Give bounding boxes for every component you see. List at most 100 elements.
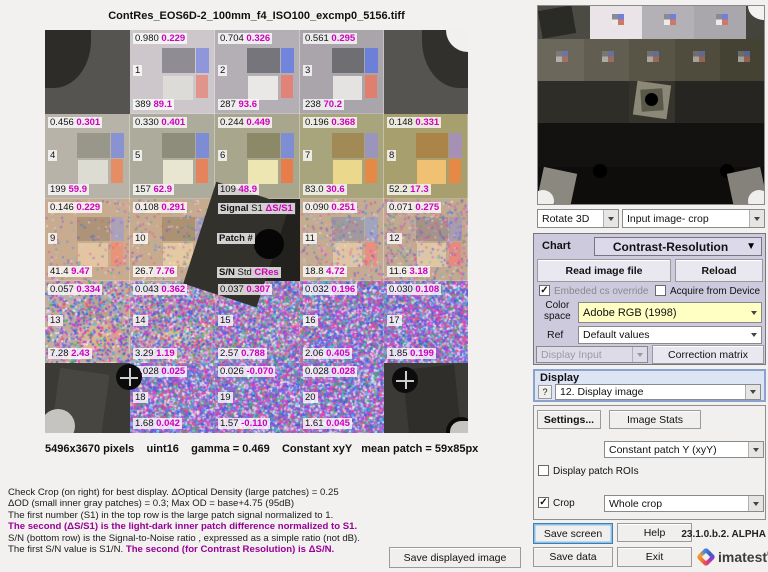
chart-type-select[interactable]: Contrast-Resolution ▼: [594, 237, 762, 256]
display-help-button[interactable]: ?: [538, 385, 552, 399]
patch-19: 0.026 -0.070191.57 -0.110: [215, 363, 300, 433]
read-image-file-button[interactable]: Read image file: [537, 259, 671, 282]
acquire-from-device-checkbox[interactable]: [655, 285, 666, 296]
patch-15: 0.037 0.307152.57 0.788: [215, 281, 300, 363]
patch-values-bottom: 389 89.1: [133, 99, 174, 110]
patch-number: 20: [303, 392, 318, 403]
image-stats-button[interactable]: Image Stats: [609, 410, 701, 429]
patch-values-bottom: 1.68 0.042: [133, 418, 182, 429]
save-screen-button[interactable]: Save screen: [533, 523, 613, 544]
legend-sn-row: S/N Std CRes: [217, 267, 281, 278]
patch-20: 0.028 0.028201.61 0.045: [300, 363, 384, 433]
chart-settings-panel: Chart Contrast-Resolution ▼ Read image f…: [533, 233, 766, 365]
patch-1: 0.980 0.2291389 89.1: [130, 30, 215, 114]
patch-values-bottom: 199 59.9: [48, 184, 89, 195]
ref-select[interactable]: Default values: [578, 326, 762, 344]
patch-values-top: 0.244 0.449: [218, 117, 272, 128]
crop-mode-select[interactable]: Whole crop: [604, 495, 764, 512]
patch-12: 0.071 0.2751211.6 3.18: [384, 199, 468, 281]
display-panel: Display ? 12. Display image: [533, 369, 766, 402]
rotate-3d-select[interactable]: Rotate 3D: [537, 209, 619, 228]
patch-16: 0.032 0.196162.06 0.405: [300, 281, 384, 363]
embedded-cs-override-label: Embeded cs override: [554, 286, 649, 297]
dropdown-arrow-icon: ▼: [746, 241, 761, 252]
settings-button[interactable]: Settings...: [537, 410, 601, 429]
chevron-down-icon[interactable]: [749, 210, 764, 227]
inner-contrast-pattern: [247, 48, 295, 100]
patch-17: 0.030 0.108171.85 0.199: [384, 281, 468, 363]
patch-values-top: 0.043 0.362: [133, 284, 187, 295]
patch-9: 0.146 0.229941.4 9.47: [45, 199, 130, 281]
patch-values-bottom: 1.57 -0.110: [218, 418, 270, 429]
chart-corner-top-left: [45, 30, 130, 114]
description-line: The first S/N value is S1/N. The second …: [8, 544, 360, 555]
imatest-logo-text: imatest®: [718, 549, 768, 565]
image-status-line: 5496x3670 pixels uint16 gamma = 0.469 Co…: [45, 443, 468, 455]
description-line: S/N (bottom row) is the Signal-to-Noise …: [8, 533, 360, 544]
patch-number: 8: [387, 150, 396, 161]
display-mode-select[interactable]: 12. Display image: [555, 384, 761, 400]
acquire-from-device-label: Acquire from Device: [670, 286, 760, 297]
patch-values-top: 0.330 0.401: [133, 117, 187, 128]
image-filename-title: ContRes_EOS6D-2_100mm_f4_ISO100_excmp0_5…: [45, 10, 468, 22]
color-space-label: Color space: [544, 300, 571, 322]
patch-number: 17: [387, 315, 402, 326]
chevron-down-icon[interactable]: [746, 303, 761, 322]
inner-contrast-pattern: [416, 133, 463, 186]
patch-values-top: 0.148 0.331: [387, 117, 441, 128]
patch-8: 0.148 0.331852.2 17.3: [384, 114, 468, 199]
patch-number: 7: [303, 150, 312, 161]
display-patch-rois-label: Display patch ROIs: [553, 466, 639, 477]
ref-label: Ref: [547, 329, 563, 341]
patch-number: 15: [218, 315, 233, 326]
patch-number: 12: [387, 233, 402, 244]
display-patch-rois-checkbox[interactable]: [538, 465, 549, 476]
patch-number: 9: [48, 233, 57, 244]
reload-button[interactable]: Reload: [675, 259, 763, 282]
thumbnail-registration-mark: [593, 164, 607, 178]
chevron-down-icon[interactable]: [603, 210, 618, 227]
crop-checkbox[interactable]: [538, 497, 549, 508]
patch-values-top: 0.561 0.295: [303, 33, 357, 44]
patch-values-top: 0.196 0.368: [303, 117, 357, 128]
inner-contrast-pattern: [77, 133, 125, 186]
patch-11: 0.090 0.2511118.8 4.72: [300, 199, 384, 281]
chevron-down-icon: [632, 347, 647, 362]
save-displayed-image-button[interactable]: Save displayed image: [389, 547, 521, 568]
legend-patch: Signal S1 ΔS/S1 Patch # S/N Std CRes: [215, 199, 300, 281]
patch-number: 1: [133, 65, 142, 76]
input-image-thumbnail[interactable]: [537, 5, 765, 205]
patch-display-select[interactable]: Constant patch Y (xyY): [604, 441, 764, 458]
chevron-down-icon[interactable]: [746, 327, 761, 343]
chevron-down-icon[interactable]: [745, 385, 760, 399]
patch-values-bottom: 2.57 0.788: [218, 348, 267, 359]
patch-number: 10: [133, 233, 148, 244]
patch-7: 0.196 0.368783.0 30.6: [300, 114, 384, 199]
patch-values-bottom: 18.8 4.72: [303, 266, 347, 277]
patch-values-top: 0.030 0.108: [387, 284, 441, 295]
patch-number: 3: [303, 65, 312, 76]
patch-14: 0.043 0.362143.29 1.19: [130, 281, 215, 363]
chevron-down-icon[interactable]: [748, 496, 763, 511]
patch-values-bottom: 1.61 0.045: [303, 418, 352, 429]
correction-matrix-button[interactable]: Correction matrix: [652, 345, 764, 364]
view-source-select[interactable]: Input image- crop: [622, 209, 765, 228]
description-line: ΔOD (small inner gray patches) = 0.3; Ma…: [8, 498, 360, 509]
patch-values-bottom: 287 93.6: [218, 99, 259, 110]
patch-number: 2: [218, 65, 227, 76]
patch-values-top: 0.456 0.301: [48, 117, 102, 128]
patch-5: 0.330 0.4015157 62.9: [130, 114, 215, 199]
exit-button[interactable]: Exit: [617, 547, 692, 567]
display-heading: Display: [540, 372, 579, 384]
inner-contrast-pattern: [332, 133, 379, 186]
embedded-cs-override-checkbox[interactable]: [539, 285, 550, 296]
description-line: The first number (S1) in the top row is …: [8, 510, 360, 521]
patch-6: 0.244 0.4496109 48.9: [215, 114, 300, 199]
patch-values-bottom: 3.29 1.19: [133, 348, 177, 359]
registration-mark-left: [116, 364, 142, 390]
chevron-down-icon[interactable]: [748, 442, 763, 457]
color-space-select[interactable]: Adobe RGB (1998): [578, 302, 762, 323]
patch-number: 18: [133, 392, 148, 403]
imatest-logo-icon: [696, 547, 716, 567]
save-data-button[interactable]: Save data: [533, 547, 613, 567]
